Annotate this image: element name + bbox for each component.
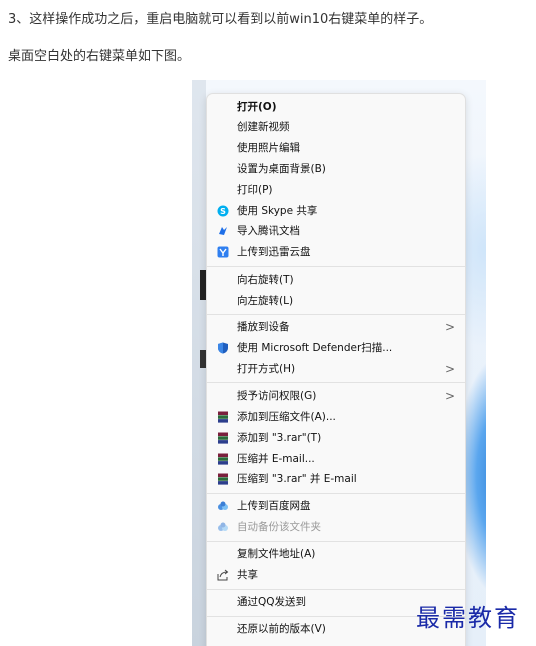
baidu-netdisk-icon — [218, 522, 228, 531]
skype-icon: S — [217, 205, 229, 217]
article-paragraph: 桌面空白处的右键菜单如下图。 — [8, 49, 191, 64]
winrar-icon — [218, 432, 228, 444]
menu-item-import-tencent-docs[interactable]: 导入腾讯文档 — [207, 221, 465, 241]
chevron-right-icon: > — [444, 389, 455, 403]
menu-item-rotate-right[interactable]: 向右旋转(T) — [207, 270, 465, 290]
menu-item-label: 还原以前的版本(V) — [237, 623, 326, 635]
menu-item-add-to-archive[interactable]: 添加到压缩文件(A)... — [207, 407, 465, 427]
menu-item-label: 打印(P) — [237, 184, 273, 196]
menu-item-label: 添加到 "3.rar"(T) — [237, 432, 322, 444]
menu-item-label: 添加到压缩文件(A)... — [237, 411, 336, 423]
menu-item-defender-scan[interactable]: 使用 Microsoft Defender扫描... — [207, 338, 465, 358]
menu-item-skype-share[interactable]: S 使用 Skype 共享 — [207, 201, 465, 221]
chevron-right-icon: > — [444, 320, 455, 334]
menu-item-label: 打开方式(H) — [237, 363, 296, 375]
menu-item-label: 导入腾讯文档 — [237, 225, 300, 237]
menu-separator — [207, 493, 465, 494]
svg-text:S: S — [220, 207, 226, 216]
menu-item-compress-to-3-rar-and-email[interactable]: 压缩到 "3.rar" 并 E-mail — [207, 469, 465, 489]
menu-separator — [207, 314, 465, 315]
menu-item-label: 打开(O) — [237, 101, 277, 113]
menu-item-share[interactable]: 共享 — [207, 565, 465, 585]
context-menu: 打开(O) 创建新视频 使用照片编辑 设置为桌面背景(B) 打印(P) S 使用… — [206, 93, 466, 646]
menu-item-label: 压缩并 E-mail... — [237, 453, 315, 465]
menu-separator — [207, 589, 465, 590]
menu-item-label: 授予访问权限(G) — [237, 390, 317, 402]
screenshot-image: 打开(O) 创建新视频 使用照片编辑 设置为桌面背景(B) 打印(P) S 使用… — [192, 80, 486, 646]
menu-item-label: 向左旋转(L) — [237, 295, 294, 307]
menu-item-open-with[interactable]: 打开方式(H) > — [207, 359, 465, 379]
menu-item-label: 播放到设备 — [237, 321, 290, 333]
menu-separator — [207, 382, 465, 383]
defender-shield-icon — [218, 342, 228, 354]
menu-item-create-video[interactable]: 创建新视频 — [207, 117, 465, 137]
share-icon — [217, 569, 229, 581]
menu-item-set-desktop-background[interactable]: 设置为桌面背景(B) — [207, 159, 465, 179]
winrar-icon — [218, 473, 228, 485]
menu-item-add-to-3-rar[interactable]: 添加到 "3.rar"(T) — [207, 428, 465, 448]
winrar-icon — [218, 453, 228, 465]
menu-item-label: 创建新视频 — [237, 121, 290, 133]
menu-item-open[interactable]: 打开(O) — [207, 97, 465, 117]
menu-item-label: 复制文件地址(A) — [237, 548, 316, 560]
menu-item-label: 使用照片编辑 — [237, 142, 300, 154]
menu-separator — [207, 541, 465, 542]
menu-item-copy-file-address[interactable]: 复制文件地址(A) — [207, 544, 465, 564]
menu-item-label: 上传到百度网盘 — [237, 500, 311, 512]
menu-item-compress-and-email[interactable]: 压缩并 E-mail... — [207, 449, 465, 469]
tencent-docs-icon — [219, 227, 227, 235]
menu-item-give-access[interactable]: 授予访问权限(G) > — [207, 386, 465, 406]
menu-separator — [207, 266, 465, 267]
menu-item-label: 共享 — [237, 569, 258, 581]
chevron-right-icon: > — [444, 362, 455, 376]
menu-item-label: 通过QQ发送到 — [237, 596, 307, 608]
menu-item-rotate-left[interactable]: 向左旋转(L) — [207, 291, 465, 311]
watermark-logo-text: 最需教育 — [416, 604, 520, 632]
menu-item-label: 使用 Skype 共享 — [237, 205, 318, 217]
menu-item-label: 使用 Microsoft Defender扫描... — [237, 342, 393, 354]
menu-item-cast-to-device[interactable]: 播放到设备 > — [207, 317, 465, 337]
winrar-icon — [218, 411, 228, 423]
menu-item-label: 向右旋转(T) — [237, 274, 294, 286]
menu-item-label: 设置为桌面背景(B) — [237, 163, 326, 175]
article-paragraph: 3、这样操作成功之后，重启电脑就可以看到以前win10右键菜单的样子。 — [8, 12, 433, 27]
menu-item-auto-backup-folder[interactable]: 自动备份该文件夹 — [207, 517, 465, 537]
menu-item-label: 自动备份该文件夹 — [237, 521, 321, 533]
menu-item-label: 压缩到 "3.rar" 并 E-mail — [237, 473, 357, 485]
xunlei-cloud-icon — [217, 246, 229, 258]
menu-item-label: 上传到迅雷云盘 — [237, 246, 311, 258]
menu-item-print[interactable]: 打印(P) — [207, 180, 465, 200]
menu-item-edit-with-photos[interactable]: 使用照片编辑 — [207, 138, 465, 158]
menu-item-upload-baidu-netdisk[interactable]: 上传到百度网盘 — [207, 496, 465, 516]
baidu-netdisk-icon — [218, 501, 228, 510]
menu-item-upload-xunlei[interactable]: 上传到迅雷云盘 — [207, 242, 465, 262]
